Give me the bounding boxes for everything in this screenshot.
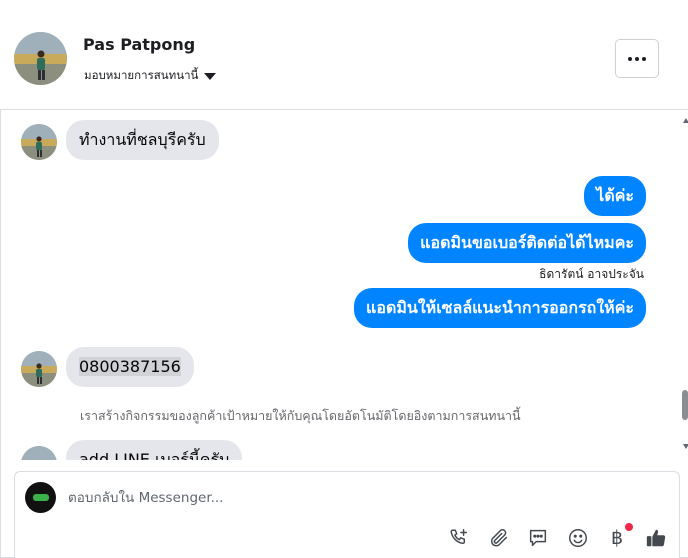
saved-reply-icon[interactable] [526, 526, 550, 550]
thumbs-up-icon[interactable] [644, 526, 668, 550]
reply-input[interactable] [68, 486, 648, 510]
message-bubble-incoming[interactable]: add LINE เบอร์นี้ครับ [66, 440, 243, 460]
message-bubble-outgoing[interactable]: แอดมินให้เซลล์แนะนำการออกรถให้ค่ะ [354, 288, 646, 328]
conversation-header: Pas Patpong มอบหมายการสนทนานี้ [0, 0, 688, 110]
avatar[interactable] [21, 446, 57, 460]
caret-down-icon [204, 73, 217, 80]
scroll-down-arrow-icon[interactable] [683, 444, 688, 449]
message-thread[interactable]: ทำงานที่ชลบุรีครับ ได้ค่ะ แอดมินขอเบอร์ต… [0, 110, 680, 460]
notification-dot [625, 523, 633, 531]
assign-label: มอบหมายการสนทนานี้ [84, 68, 199, 82]
scrollbar-thumb[interactable] [682, 390, 688, 420]
assign-conversation-dropdown[interactable]: มอบหมายการสนทนานี้ [84, 67, 217, 85]
avatar[interactable] [14, 32, 67, 85]
more-options-button[interactable] [615, 39, 659, 78]
phone-number-text[interactable]: 0800387156 [79, 357, 181, 376]
page-avatar [25, 482, 56, 513]
phone-plus-icon[interactable] [447, 526, 471, 550]
reply-composer: ฿ [14, 471, 680, 558]
message-bubble-incoming[interactable]: ทำงานที่ชลบุรีครับ [66, 120, 219, 160]
message-bubble-outgoing[interactable]: แอดมินขอเบอร์ติดต่อได้ไหมคะ [408, 223, 646, 263]
contact-name[interactable]: Pas Patpong [83, 35, 195, 54]
message-bubble-outgoing[interactable]: ได้ค่ะ [584, 176, 646, 216]
more-dots-icon [628, 56, 632, 61]
system-notice: เราสร้างกิจกรรมของลูกค้าเป้าหมายให้กับคุ… [80, 408, 521, 423]
avatar[interactable] [21, 124, 57, 160]
avatar[interactable] [21, 351, 57, 387]
message-bubble-incoming[interactable]: 0800387156 [66, 347, 194, 387]
sender-label: ธิดารัตน์ อาจประจัน [539, 267, 644, 281]
emoji-icon[interactable] [566, 526, 590, 550]
scroll-up-arrow-icon[interactable] [683, 118, 688, 123]
paperclip-icon[interactable] [487, 526, 511, 550]
page-logo-icon [32, 494, 49, 501]
